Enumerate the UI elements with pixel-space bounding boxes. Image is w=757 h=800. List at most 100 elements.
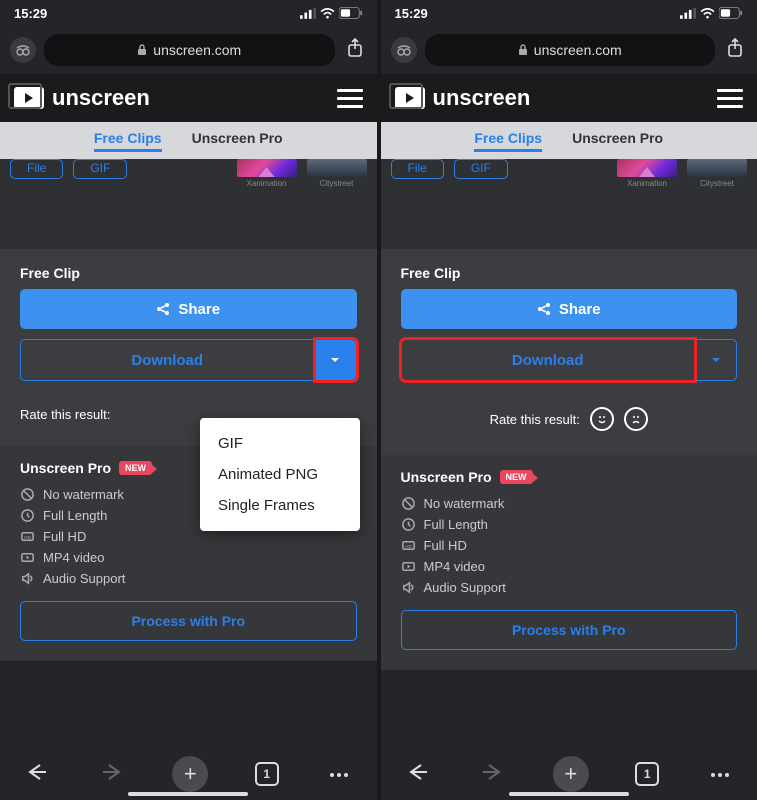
- more-icon[interactable]: [325, 765, 353, 783]
- browser-address-bar: unscreen.com: [381, 26, 757, 74]
- new-badge: NEW: [500, 470, 533, 484]
- new-tab-button[interactable]: +: [553, 756, 589, 792]
- speaker-icon: [401, 580, 416, 595]
- chip-file[interactable]: File: [391, 159, 444, 179]
- phone-left: 15:29 unscreen.com unscreen Free Clips U…: [0, 0, 377, 800]
- incognito-icon[interactable]: [391, 37, 417, 63]
- crossed-circle-icon: [401, 496, 416, 511]
- share-button[interactable]: Share: [20, 289, 357, 329]
- rate-sad-icon[interactable]: [624, 407, 648, 431]
- svg-text:HD: HD: [24, 535, 31, 540]
- status-time: 15:29: [14, 6, 47, 21]
- hd-icon: HD: [20, 529, 35, 544]
- speaker-icon: [20, 571, 35, 586]
- more-icon[interactable]: [706, 765, 734, 783]
- feature-audio: Audio Support: [20, 568, 357, 589]
- play-rect-icon: [401, 559, 416, 574]
- clock-icon: [20, 508, 35, 523]
- download-button[interactable]: Download: [401, 339, 696, 381]
- back-icon[interactable]: [23, 763, 51, 786]
- url-text: unscreen.com: [534, 42, 622, 58]
- phone-right: 15:29 unscreen.com unscreen Free Clips U…: [381, 0, 757, 800]
- download-caret-button[interactable]: [315, 339, 357, 381]
- tab-free-clips[interactable]: Free Clips: [474, 130, 542, 152]
- lock-icon: [137, 44, 147, 56]
- status-icons: [300, 7, 363, 19]
- new-badge: NEW: [119, 461, 152, 475]
- share-icon: [156, 302, 170, 316]
- process-with-pro-button[interactable]: Process with Pro: [401, 610, 738, 650]
- feature-full-hd: HDFull HD: [401, 535, 738, 556]
- dropdown-item-apng[interactable]: Animated PNG: [218, 459, 342, 490]
- new-tab-button[interactable]: +: [172, 756, 208, 792]
- hamburger-menu-icon[interactable]: [717, 89, 743, 108]
- svg-text:HD: HD: [405, 544, 412, 549]
- feature-full-length: Full Length: [401, 514, 738, 535]
- download-button-group: Download: [20, 339, 357, 381]
- caret-down-icon: [330, 357, 340, 363]
- logo[interactable]: unscreen: [14, 85, 150, 111]
- chip-file[interactable]: File: [10, 159, 63, 179]
- share-system-icon[interactable]: [343, 38, 367, 63]
- dropdown-item-gif[interactable]: GIF: [218, 428, 342, 459]
- incognito-icon[interactable]: [10, 37, 36, 63]
- feature-mp4: MP4 video: [20, 547, 357, 568]
- pro-panel: Unscreen Pro NEW No watermark Full Lengt…: [381, 455, 757, 670]
- logo-mark-icon: [14, 87, 44, 109]
- logo[interactable]: unscreen: [395, 85, 531, 111]
- share-system-icon[interactable]: [723, 38, 747, 63]
- caret-down-icon: [711, 357, 721, 363]
- url-field[interactable]: unscreen.com: [44, 34, 335, 66]
- tabs-row: Free Clips Unscreen Pro: [0, 122, 377, 159]
- play-rect-icon: [20, 550, 35, 565]
- chip-gif[interactable]: GIF: [454, 159, 508, 179]
- chip-row: File GIF Xanimation Citystreet: [381, 159, 757, 199]
- cellular-icon: [300, 8, 316, 19]
- download-button-group: Download: [401, 339, 738, 381]
- browser-address-bar: unscreen.com: [0, 26, 377, 74]
- free-clip-panel: Free Clip Share Download Rate this resul…: [381, 249, 757, 455]
- url-field[interactable]: unscreen.com: [425, 34, 716, 66]
- home-indicator[interactable]: [128, 792, 248, 796]
- dropdown-item-frames[interactable]: Single Frames: [218, 490, 342, 521]
- thumb-xanimation[interactable]: Xanimation: [617, 159, 677, 188]
- chip-gif[interactable]: GIF: [73, 159, 127, 179]
- tab-switcher-button[interactable]: 1: [255, 762, 279, 786]
- crossed-circle-icon: [20, 487, 35, 502]
- url-text: unscreen.com: [153, 42, 241, 58]
- logo-text: unscreen: [433, 85, 531, 111]
- tab-unscreen-pro[interactable]: Unscreen Pro: [192, 130, 283, 152]
- process-with-pro-button[interactable]: Process with Pro: [20, 601, 357, 641]
- free-clip-panel: Free Clip Share Download Rate this resul…: [0, 249, 377, 446]
- logo-mark-icon: [395, 87, 425, 109]
- share-button[interactable]: Share: [401, 289, 738, 329]
- tab-unscreen-pro[interactable]: Unscreen Pro: [572, 130, 663, 152]
- battery-icon: [719, 7, 743, 19]
- lock-icon: [518, 44, 528, 56]
- thumb-citystreet[interactable]: Citystreet: [307, 159, 367, 188]
- rate-label: Rate this result:: [490, 412, 580, 427]
- free-clip-title: Free Clip: [401, 265, 738, 281]
- logo-text: unscreen: [52, 85, 150, 111]
- download-button[interactable]: Download: [20, 339, 315, 381]
- rate-happy-icon[interactable]: [590, 407, 614, 431]
- feature-no-watermark: No watermark: [401, 493, 738, 514]
- battery-icon: [339, 7, 363, 19]
- thumb-citystreet[interactable]: Citystreet: [687, 159, 747, 188]
- free-clip-title: Free Clip: [20, 265, 357, 281]
- tabs-row: Free Clips Unscreen Pro: [381, 122, 757, 159]
- share-button-label: Share: [178, 301, 220, 318]
- hamburger-menu-icon[interactable]: [337, 89, 363, 108]
- tab-switcher-button[interactable]: 1: [635, 762, 659, 786]
- cellular-icon: [680, 8, 696, 19]
- status-time: 15:29: [395, 6, 428, 21]
- tab-free-clips[interactable]: Free Clips: [94, 130, 162, 152]
- back-icon[interactable]: [404, 763, 432, 786]
- feature-mp4: MP4 video: [401, 556, 738, 577]
- download-caret-button[interactable]: [695, 339, 737, 381]
- clock-icon: [401, 517, 416, 532]
- chip-row: File GIF Xanimation Citystreet: [0, 159, 377, 199]
- status-bar: 15:29: [0, 0, 377, 26]
- home-indicator[interactable]: [509, 792, 629, 796]
- thumb-xanimation[interactable]: Xanimation: [237, 159, 297, 188]
